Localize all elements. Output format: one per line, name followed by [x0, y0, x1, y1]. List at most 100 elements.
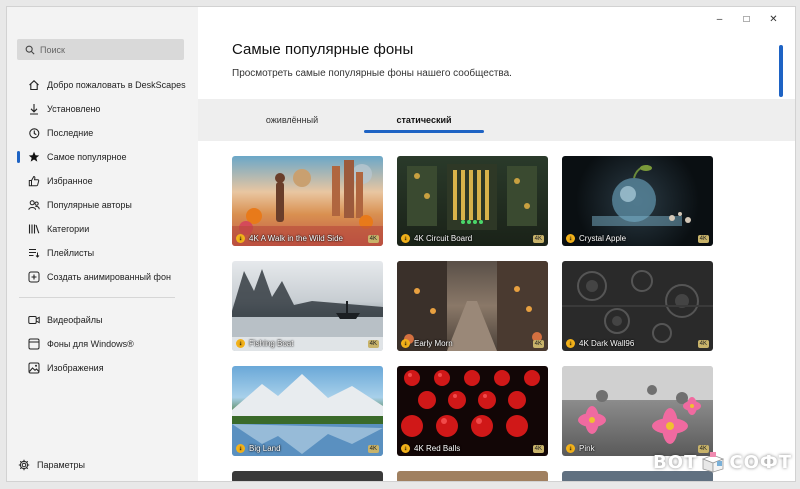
- sidebar-item-favorites[interactable]: Избранное: [7, 169, 198, 193]
- watermark-box-icon: [701, 451, 725, 473]
- download-icon: ↓: [236, 234, 245, 243]
- resolution-badge: 4K: [532, 235, 544, 243]
- sidebar-item-label: Изображения: [47, 363, 104, 373]
- sidebar-item-popular[interactable]: Самое популярное: [7, 145, 198, 169]
- star-icon: [27, 150, 41, 164]
- gear-icon: [17, 458, 31, 472]
- close-button[interactable]: ✕: [760, 11, 787, 27]
- wallpaper-card[interactable]: ↓ 4K Red Balls 4K: [397, 366, 548, 456]
- minimize-button[interactable]: –: [706, 11, 733, 27]
- settings-area: Параметры: [7, 453, 198, 477]
- sidebar-item-recent[interactable]: Последние: [7, 121, 198, 145]
- sidebar-item-playlists[interactable]: Плейлисты: [7, 241, 198, 265]
- download-icon: ↓: [566, 234, 575, 243]
- wallpaper-title: ↓ Big Land: [236, 444, 281, 453]
- sidebar-item-images[interactable]: Изображения: [7, 356, 198, 380]
- resolution-badge: 4K: [532, 445, 544, 453]
- sidebar-item-videos[interactable]: Видеофайлы: [7, 308, 198, 332]
- sidebar-item-label: Добро пожаловать в DeskScapes: [47, 80, 186, 90]
- wallpaper-thumbnail: [232, 366, 383, 456]
- wallpaper-card[interactable]: ↓ 4K Dark Wall96 4K: [562, 261, 713, 351]
- sidebar-item-label: Последние: [47, 128, 94, 138]
- sidebar-item-label: Создать анимированный фон: [47, 272, 171, 282]
- search-input[interactable]: [40, 44, 180, 55]
- sidebar-item-label: Категории: [47, 224, 90, 234]
- wallpaper-card[interactable]: ↓ Pink 4K: [562, 366, 713, 456]
- sidebar-nav: Добро пожаловать в DeskScapes Установлен…: [7, 73, 198, 289]
- wallpaper-card-partial[interactable]: [232, 471, 383, 481]
- people-icon: [27, 198, 41, 212]
- wallpaper-thumbnail: [562, 156, 713, 246]
- sidebar-item-windows[interactable]: Фоны для Windows®: [7, 332, 198, 356]
- wallpaper-card[interactable]: ↓ Early Morn 4K: [397, 261, 548, 351]
- download-icon: ↓: [401, 339, 410, 348]
- wallpaper-thumbnail: [562, 366, 713, 456]
- windows-icon: [27, 337, 41, 351]
- sidebar-divider: [19, 297, 175, 298]
- tab-static[interactable]: статический: [364, 99, 484, 141]
- sidebar-item-label: Видеофайлы: [47, 315, 103, 325]
- page-subtitle: Просмотреть самые популярные фоны нашего…: [232, 68, 512, 79]
- sidebar-item-label: Избранное: [47, 176, 93, 186]
- resolution-badge: 4K: [697, 340, 709, 348]
- wallpaper-title: ↓ 4K Circuit Board: [401, 234, 472, 243]
- sidebar-item-authors[interactable]: Популярные авторы: [7, 193, 198, 217]
- wallpaper-card[interactable]: ↓ Crystal Apple 4K: [562, 156, 713, 246]
- page-title: Самые популярные фоны: [232, 41, 414, 58]
- thumbs-up-icon: [27, 174, 41, 188]
- wallpaper-thumbnail: [562, 261, 713, 351]
- video-icon: [27, 313, 41, 327]
- search-box[interactable]: [17, 39, 184, 60]
- sidebar-item-create[interactable]: Создать анимированный фон: [7, 265, 198, 289]
- sidebar-item-label: Самое популярное: [47, 152, 127, 162]
- sidebar: Добро пожаловать в DeskScapes Установлен…: [7, 7, 198, 481]
- resolution-badge: 4K: [532, 340, 544, 348]
- history-icon: [27, 126, 41, 140]
- add-icon: [27, 270, 41, 284]
- sidebar-item-label: Фоны для Windows®: [47, 339, 134, 349]
- wallpaper-thumbnail: [232, 261, 383, 351]
- settings-label: Параметры: [37, 460, 85, 470]
- app-window: Добро пожаловать в DeskScapes Установлен…: [6, 6, 796, 482]
- sidebar-item-installed[interactable]: Установлено: [7, 97, 198, 121]
- wallpaper-title: ↓ Fishing Boat: [236, 339, 293, 348]
- wallpaper-title: ↓ 4K Red Balls: [401, 444, 460, 453]
- scrollbar-thumb[interactable]: [779, 45, 783, 97]
- wallpaper-thumbnail: [397, 156, 548, 246]
- wallpaper-title: ↓ Pink: [566, 444, 595, 453]
- settings-button[interactable]: Параметры: [7, 453, 198, 477]
- resolution-badge: 4K: [367, 340, 379, 348]
- home-icon: [27, 78, 41, 92]
- sidebar-item-label: Установлено: [47, 104, 101, 114]
- search-icon: [25, 45, 35, 55]
- wallpaper-title: ↓ 4K A Walk in the Wild Side: [236, 234, 343, 243]
- resolution-badge: 4K: [697, 235, 709, 243]
- wallpaper-card-partial[interactable]: [397, 471, 548, 481]
- playlist-icon: [27, 246, 41, 260]
- download-icon: ↓: [236, 339, 245, 348]
- tab-animated[interactable]: оживлённый: [226, 99, 358, 141]
- tab-bar: оживлённый статический: [198, 99, 795, 141]
- wallpaper-thumbnail: [232, 156, 383, 246]
- image-icon: [27, 361, 41, 375]
- resolution-badge: 4K: [367, 445, 379, 453]
- download-icon: ↓: [401, 234, 410, 243]
- sidebar-item-categories[interactable]: Категории: [7, 217, 198, 241]
- library-icon: [27, 222, 41, 236]
- wallpaper-title: ↓ Crystal Apple: [566, 234, 626, 243]
- download-icon: [27, 102, 41, 116]
- wallpaper-title: ↓ 4K Dark Wall96: [566, 339, 634, 348]
- wallpaper-card[interactable]: ↓ Big Land 4K: [232, 366, 383, 456]
- window-controls: – □ ✕: [706, 11, 787, 27]
- wallpaper-card[interactable]: ↓ Fishing Boat 4K: [232, 261, 383, 351]
- download-icon: ↓: [401, 444, 410, 453]
- sidebar-item-welcome[interactable]: Добро пожаловать в DeskScapes: [7, 73, 198, 97]
- wallpaper-thumbnail: [397, 366, 548, 456]
- wallpaper-card[interactable]: ↓ 4K Circuit Board 4K: [397, 156, 548, 246]
- maximize-button[interactable]: □: [733, 11, 760, 27]
- sidebar-item-label: Популярные авторы: [47, 200, 132, 210]
- download-icon: ↓: [566, 444, 575, 453]
- sidebar-item-label: Плейлисты: [47, 248, 95, 258]
- wallpaper-card[interactable]: ↓ 4K A Walk in the Wild Side 4K: [232, 156, 383, 246]
- main-panel: – □ ✕ Самые популярные фоны Просмотреть …: [198, 7, 795, 481]
